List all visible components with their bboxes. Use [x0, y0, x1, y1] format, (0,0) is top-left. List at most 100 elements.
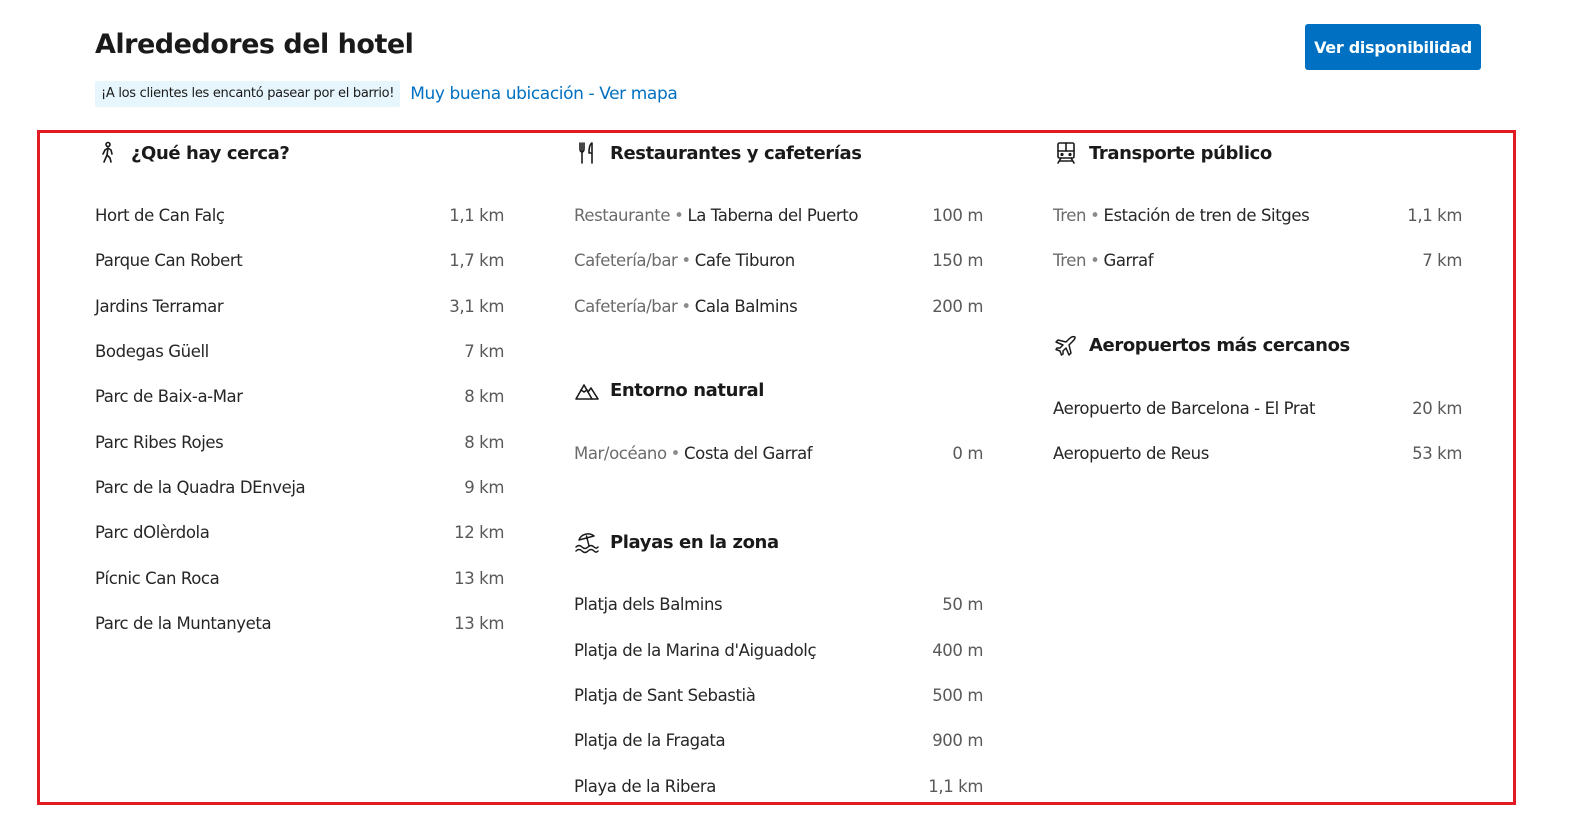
- section-header-nearby: ¿Qué hay cerca?: [95, 137, 504, 169]
- nearby-column: ¿Qué hay cerca? Hort de Can Falç 1,1 km Pa…: [95, 137, 504, 646]
- place-category: Mar/océano: [574, 444, 667, 464]
- nearby-list: Hort de Can Falç 1,1 km Parque Can Robert 1…: [95, 193, 504, 646]
- separator-dot: •: [1090, 206, 1100, 226]
- distance-value: 1,1 km: [449, 206, 504, 226]
- list-item: Playa de la Ribera 1,1 km: [574, 763, 983, 808]
- place-label: Platja de la Marina d'Aiguadolç: [574, 640, 817, 660]
- place-label: Cafe Tiburon: [694, 251, 796, 271]
- distance-value: 7 km: [464, 342, 504, 362]
- place-label: Platja de la Fragata: [574, 731, 726, 751]
- distance-value: 900 m: [932, 731, 983, 751]
- place-name: Playa de la Ribera: [574, 777, 716, 796]
- distance-value: 53 km: [1412, 444, 1462, 464]
- distance-value: 100 m: [932, 206, 983, 226]
- beach-umbrella-icon: [574, 529, 600, 555]
- list-item: Jardins Terramar 3,1 km: [95, 284, 504, 329]
- place-category: Cafetería/bar: [574, 251, 678, 271]
- distance-value: 8 km: [464, 387, 504, 407]
- separator-dot: •: [681, 296, 691, 316]
- place-name: Platja dels Balmins: [574, 595, 723, 615]
- distance-value: 50 m: [942, 595, 983, 615]
- distance-value: 9 km: [464, 477, 504, 497]
- mountain-icon: [574, 378, 600, 404]
- place-label: Parc de Baix-a-Mar: [95, 387, 243, 407]
- list-item: Parc de la Quadra DEnveja 9 km: [95, 465, 504, 510]
- place-label: Aeropuerto de Barcelona - El Prat: [1053, 398, 1316, 418]
- list-item: Hort de Can Falç 1,1 km: [95, 193, 504, 238]
- list-item: Platja de Sant Sebastià 500 m: [574, 673, 983, 718]
- nature-list: Mar/océano • Costa del Garraf 0 m: [574, 431, 983, 476]
- place-label: Jardins Terramar: [95, 296, 224, 316]
- place-name: Platja de la Fragata: [574, 731, 726, 751]
- cutlery-icon: [574, 140, 600, 166]
- distance-value: 13 km: [454, 568, 504, 588]
- place-category: Restaurante: [574, 206, 671, 226]
- place-name: Parc Ribes Rojes: [95, 433, 224, 452]
- place-name: Pícnic Can Roca: [95, 569, 220, 588]
- list-item: Tren • Garraf 7 km: [1053, 238, 1462, 283]
- list-item: Tren • Estación de tren de Sitges 1,1 km: [1053, 193, 1462, 238]
- place-label: Platja de Sant Sebastià: [574, 685, 756, 705]
- place-name: Aeropuerto de Barcelona - El Prat: [1053, 399, 1315, 418]
- place-label: Costa del Garraf: [684, 444, 813, 464]
- distance-value: 12 km: [454, 523, 504, 543]
- place-name: Tren • Estación de tren de Sitges: [1053, 206, 1310, 226]
- place-name: Tren • Garraf: [1053, 251, 1154, 271]
- place-label: Parc de la Quadra DEnveja: [95, 477, 306, 497]
- list-item: Parc dOlèrdola 12 km: [95, 510, 504, 555]
- distance-value: 3,1 km: [449, 296, 504, 316]
- section-title: Playas en la zona: [610, 531, 779, 553]
- distance-value: 500 m: [932, 685, 983, 705]
- place-label: Platja dels Balmins: [574, 595, 723, 615]
- airports-list: Aeropuerto de Barcelona - El Prat 20 km Ae…: [1053, 386, 1462, 477]
- distance-value: 0 m: [952, 444, 983, 464]
- list-item: Aeropuerto de Barcelona - El Prat 20 km: [1053, 386, 1462, 431]
- train-icon: [1053, 140, 1079, 166]
- section-title: Restaurantes y cafeterías: [610, 142, 862, 164]
- check-availability-button[interactable]: Ver disponibilidad: [1305, 24, 1481, 70]
- place-name: Platja de la Marina d'Aiguadolç: [574, 640, 817, 660]
- list-item: Cafetería/bar • Cafe Tiburon 150 m: [574, 238, 983, 283]
- section-title: ¿Qué hay cerca?: [131, 142, 290, 164]
- place-label: Parc de la Muntanyeta: [95, 613, 272, 633]
- dining-nature-beaches-column: Restaurantes y cafeterías Restaurante • La…: [574, 137, 983, 809]
- distance-value: 13 km: [454, 613, 504, 633]
- place-label: La Taberna del Puerto: [687, 206, 859, 226]
- distance-value: 1,1 km: [928, 776, 983, 796]
- place-name: Aeropuerto de Reus: [1053, 444, 1209, 463]
- place-category: Tren: [1053, 251, 1087, 271]
- beaches-list: Platja dels Balmins 50 m Platja de la Mari…: [574, 582, 983, 808]
- list-item: Aeropuerto de Reus 53 km: [1053, 431, 1462, 476]
- transport-list: Tren • Estación de tren de Sitges 1,1 km Tre…: [1053, 193, 1462, 284]
- place-label: Playa de la Ribera: [574, 776, 716, 796]
- place-name: Bodegas Güell: [95, 342, 209, 361]
- place-name: Hort de Can Falç: [95, 206, 225, 225]
- distance-value: 200 m: [932, 296, 983, 316]
- place-name: Parque Can Robert: [95, 251, 243, 270]
- place-name: Restaurante • La Taberna del Puerto: [574, 206, 858, 225]
- place-name: Parc dOlèrdola: [95, 523, 210, 542]
- distance-value: 150 m: [932, 251, 983, 271]
- place-label: Estación de tren de Sitges: [1103, 206, 1310, 226]
- view-map-link[interactable]: Muy buena ubicación - Ver mapa: [410, 84, 678, 104]
- restaurants-list: Restaurante • La Taberna del Puerto 100 m Ca…: [574, 193, 983, 329]
- list-item: Mar/océano • Costa del Garraf 0 m: [574, 431, 983, 476]
- distance-value: 1,7 km: [449, 251, 504, 271]
- place-name: Parc de la Muntanyeta: [95, 613, 272, 633]
- place-category: Cafetería/bar: [574, 296, 678, 316]
- place-name: Mar/océano • Costa del Garraf: [574, 444, 813, 464]
- list-item: Cafetería/bar • Cala Balmins 200 m: [574, 284, 983, 329]
- place-name: Parc de la Quadra DEnveja: [95, 477, 306, 497]
- section-header-nature: Entorno natural: [574, 375, 983, 407]
- list-item: Parc de la Muntanyeta 13 km: [95, 601, 504, 646]
- separator-dot: •: [670, 444, 681, 464]
- place-label: Cala Balmins: [694, 296, 798, 316]
- list-item: Platja de la Fragata 900 m: [574, 718, 983, 763]
- list-item: Parque Can Robert 1,7 km: [95, 238, 504, 283]
- place-name: Jardins Terramar: [95, 296, 224, 316]
- place-name: Parc de Baix-a-Mar: [95, 387, 243, 406]
- place-label: Garraf: [1103, 251, 1154, 271]
- list-item: Restaurante • La Taberna del Puerto 100 m: [574, 193, 983, 238]
- distance-value: 20 km: [1412, 398, 1462, 418]
- distance-value: 400 m: [932, 640, 983, 660]
